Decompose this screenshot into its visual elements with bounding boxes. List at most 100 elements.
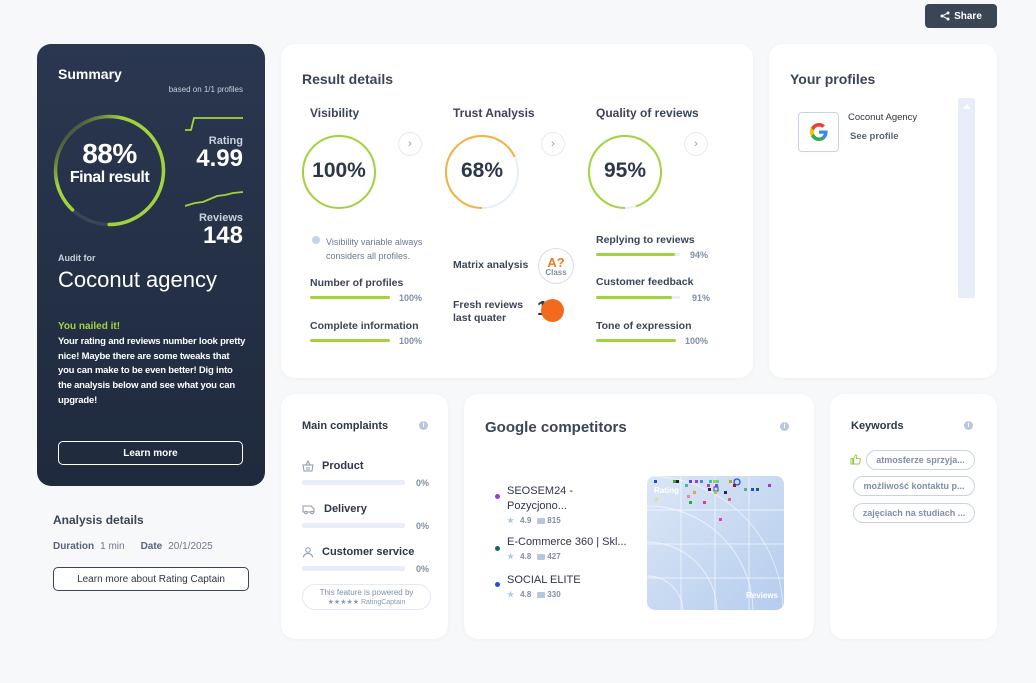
comment-icon: [537, 553, 546, 560]
info-icon[interactable]: i: [419, 421, 428, 430]
duration-label: Duration: [53, 541, 95, 552]
trust-chevron-button[interactable]: ›: [541, 132, 565, 156]
metric-bar: [596, 339, 676, 342]
fresh-reviews-label: Fresh reviews last quater: [453, 299, 524, 324]
powered-by-badge[interactable]: This feature is powered by ★★★★★ RatingC…: [302, 584, 431, 610]
profiles-scrollbar[interactable]: [958, 98, 975, 298]
metric-bar: [596, 253, 680, 256]
chevron-right-icon: ›: [551, 138, 555, 150]
competitor-reviews: 815: [547, 516, 561, 525]
metric-bar: [310, 296, 390, 299]
competitor-meta: ★ 4.9 815: [507, 516, 561, 525]
audit-for-label: Audit for: [58, 253, 96, 263]
competitor-name[interactable]: E-Commerce 360 | Skl...: [507, 536, 627, 548]
complaints-card: Main complaints i Product 0% Delivery 0%…: [281, 394, 448, 639]
complaint-label: Product: [322, 460, 364, 472]
competitor-dot: [495, 574, 500, 592]
metric-label: Number of profiles: [310, 277, 404, 289]
matrix-point: [744, 488, 747, 491]
complaint-label: Customer service: [322, 546, 415, 558]
final-result-percent: 88%: [82, 138, 137, 169]
complaint-item: Customer service: [302, 546, 414, 558]
see-profile-link[interactable]: See profile: [850, 131, 899, 142]
analysis-meta: Duration 1 min Date 20/1/2025: [53, 541, 213, 552]
profile-name: Coconut Agency: [848, 112, 918, 123]
result-details-card: Result details Visibility 100% › Visibil…: [281, 44, 753, 378]
complaint-bar: [302, 480, 405, 485]
complaint-bar: [302, 523, 405, 528]
matrix-point: [673, 480, 676, 483]
share-button[interactable]: Share: [925, 4, 997, 28]
info-icon[interactable]: i: [780, 422, 789, 431]
info-dot-icon: [312, 236, 320, 244]
competitor-rating: 4.8: [520, 590, 532, 599]
quality-percent: 95%: [603, 159, 647, 182]
summary-title: Summary: [58, 66, 122, 82]
scroll-up-icon[interactable]: [962, 104, 971, 109]
chevron-right-icon: ›: [408, 138, 412, 150]
metric-bar-fill: [310, 296, 390, 299]
metric-bar: [310, 339, 390, 342]
quality-title: Quality of reviews: [596, 106, 699, 120]
competitor-rating: 4.8: [520, 552, 532, 561]
trust-title: Trust Analysis: [453, 106, 535, 120]
keyword-chip[interactable]: zajęciach na studiach ...: [853, 503, 975, 523]
google-logo-box[interactable]: [798, 112, 839, 152]
matrix-point: [695, 480, 698, 483]
competitor-meta: ★ 4.8 427: [507, 552, 561, 561]
rating-value: 4.99: [196, 145, 243, 172]
matrix-point: [756, 488, 759, 491]
matrix-point: [685, 484, 688, 487]
profiles-card: Your profiles Coconut Agency See profile: [769, 44, 997, 378]
class-label: Class: [545, 267, 567, 277]
metric-percent: 94%: [690, 250, 709, 260]
metric-percent: 91%: [692, 293, 711, 303]
complaint-percent: 0%: [416, 521, 430, 531]
nailed-text: Your rating and reviews number look pret…: [58, 336, 246, 406]
final-result-label: Final result: [69, 169, 150, 186]
google-icon: [809, 123, 828, 141]
learn-more-rating-captain-button[interactable]: Learn more about Rating Captain: [53, 567, 249, 591]
complaint-item: Delivery: [302, 503, 367, 515]
competitor-dot: [495, 486, 500, 504]
complaint-label: Delivery: [324, 503, 367, 515]
result-details-title: Result details: [302, 71, 394, 87]
matrix-grid: [647, 476, 784, 610]
matrix-point: [703, 501, 706, 504]
matrix-point: [689, 501, 692, 504]
keyword-chip[interactable]: możliwość kontaktu p...: [853, 476, 975, 496]
competitor-reviews: 330: [547, 590, 561, 599]
visibility-chevron-button[interactable]: ›: [398, 132, 422, 156]
competitor-meta: ★ 4.8 330: [507, 590, 561, 599]
visibility-title: Visibility: [310, 106, 360, 120]
fresh-reviews-indicator: [541, 299, 564, 322]
matrix-point: [719, 518, 722, 521]
based-on-text: based on 1/1 profiles: [168, 85, 243, 94]
star-icon: ★: [507, 552, 515, 561]
competitor-name[interactable]: SEOSEM24 - Pozycjono...: [507, 484, 607, 514]
powered-by-brand: ★★★★★ RatingCaptain: [327, 599, 406, 606]
keywords-card: Keywords i atmosferze sprzyja... możliwo…: [830, 394, 997, 639]
matrix-point: [707, 484, 710, 487]
trust-percent: 68%: [460, 159, 504, 182]
learn-more-button[interactable]: Learn more: [58, 441, 243, 465]
matrix-point: [751, 488, 754, 491]
competitor-matrix[interactable]: Rating Reviews: [647, 476, 784, 610]
date-label: Date: [140, 541, 163, 552]
metric-label: Complete information: [310, 320, 419, 332]
metric-bar: [596, 296, 680, 299]
quality-chevron-button[interactable]: ›: [684, 132, 708, 156]
star-icon: ★: [507, 590, 515, 599]
metric-label: Customer feedback: [596, 276, 694, 288]
matrix-point: [713, 480, 716, 483]
info-icon[interactable]: i: [964, 421, 973, 430]
matrix-point: [709, 480, 712, 483]
matrix-point: [708, 488, 711, 491]
matrix-point: [693, 491, 696, 494]
reviews-sparkline: [185, 191, 243, 207]
metric-percent: 100%: [399, 293, 423, 303]
matrix-analysis-label: Matrix analysis: [453, 259, 529, 271]
keyword-chip[interactable]: atmosferze sprzyja...: [866, 450, 975, 470]
competitor-name[interactable]: SOCIAL ELITE: [507, 574, 581, 586]
matrix-point: [654, 480, 657, 483]
